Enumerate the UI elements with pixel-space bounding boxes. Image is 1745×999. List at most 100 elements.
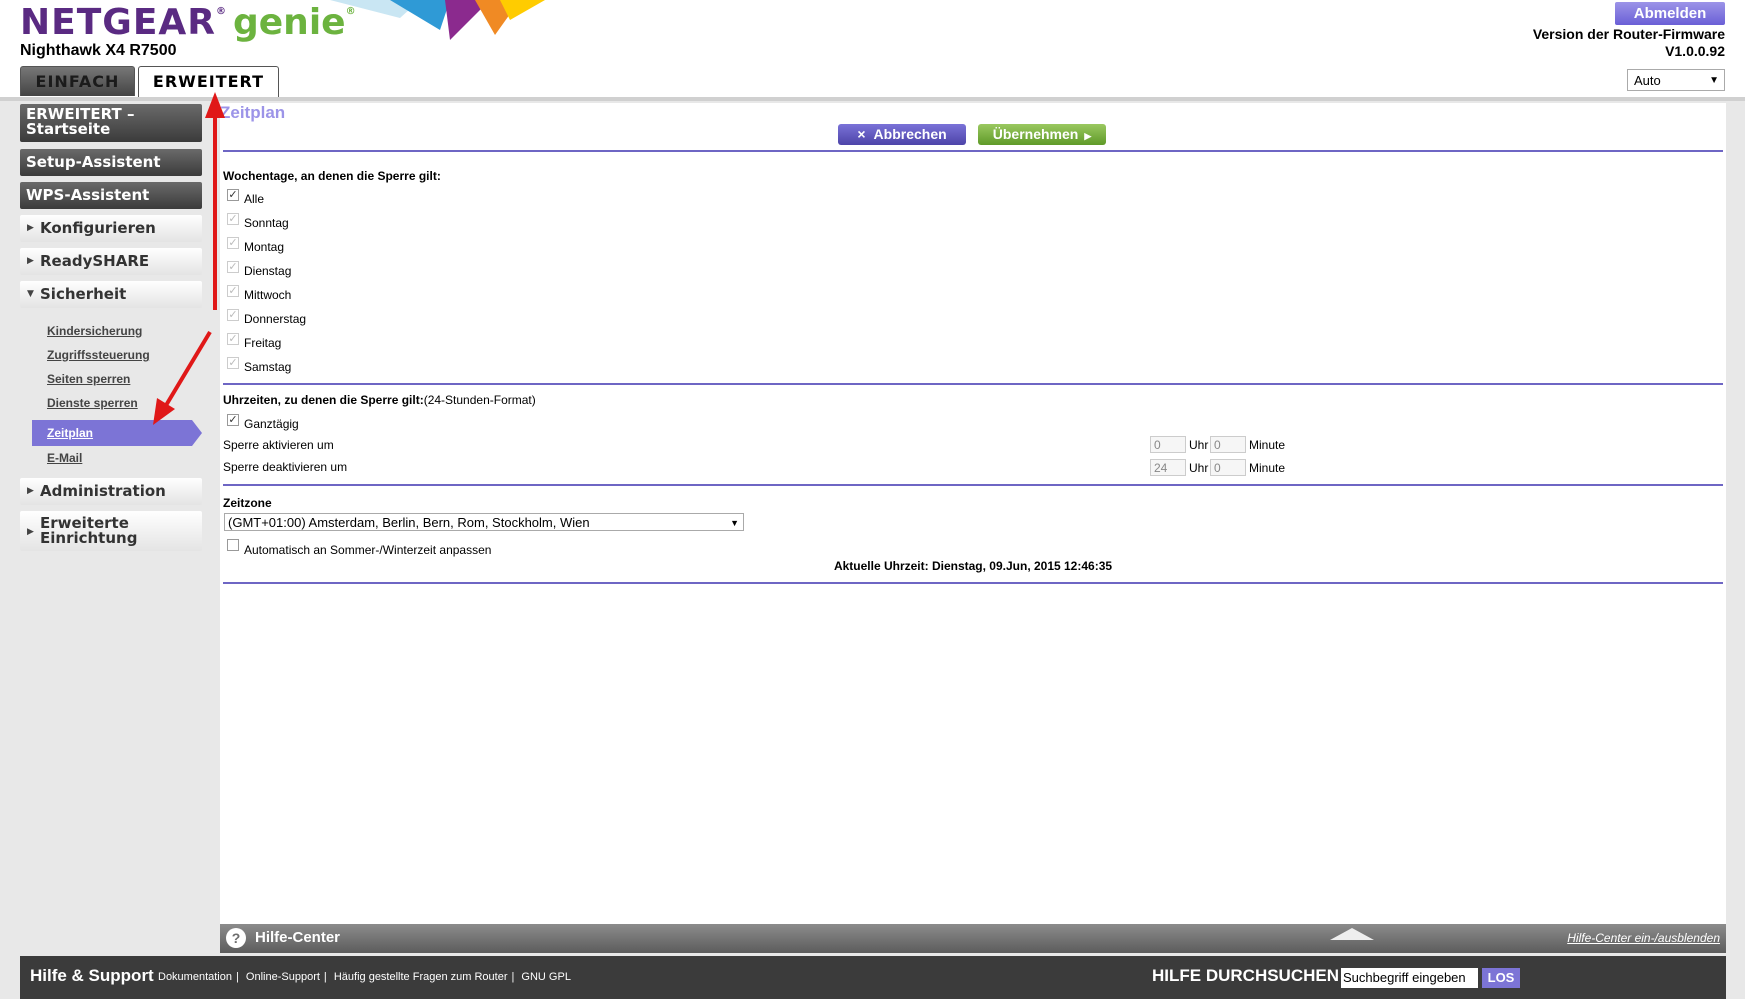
checkbox-label: Ganztägig: [244, 417, 299, 431]
sidebar-link-block-sites[interactable]: Seiten sperren: [47, 372, 130, 386]
checkbox-wednesday[interactable]: ✓: [227, 285, 239, 297]
cancel-button[interactable]: × Abbrechen: [838, 124, 966, 145]
help-icon: ?: [226, 928, 246, 948]
logout-button[interactable]: Abmelden: [1615, 2, 1725, 25]
checkbox-sunday[interactable]: ✓: [227, 213, 239, 225]
sidebar-item-label: WPS-Assistent: [26, 186, 150, 204]
end-hour-input[interactable]: 24: [1150, 459, 1186, 476]
footer-link-documentation[interactable]: Dokumentation: [158, 971, 232, 983]
checkbox-label: Samstag: [244, 360, 292, 374]
sidebar-item-administration[interactable]: ▶ Administration: [20, 478, 202, 505]
triangle-right-icon: ▶: [27, 256, 34, 266]
help-center-bar: ? Hilfe-Center Hilfe-Center ein-/ausblen…: [220, 924, 1726, 953]
checkbox-label: Freitag: [244, 336, 282, 350]
sidebar-item-label: Einrichtung: [40, 529, 138, 547]
sidebar-item-label: Startseite: [26, 120, 111, 138]
checkbox-all[interactable]: ✓: [227, 189, 239, 201]
footer-links: Dokumentation | Online-Support | Häufig ge…: [158, 971, 571, 983]
language-value: Auto: [1634, 73, 1661, 88]
apply-label: Übernehmen: [992, 126, 1079, 142]
tab-erweitert-label: ERWEITERT: [152, 72, 265, 91]
minute-unit: Minute: [1249, 461, 1286, 475]
times-format: (24-Stunden-Format): [423, 393, 536, 407]
header-divider: [0, 97, 1745, 101]
language-select[interactable]: Auto ▼: [1627, 69, 1725, 91]
sidebar-item-label: ReadySHARE: [40, 252, 150, 270]
sidebar-item-label: Konfigurieren: [40, 219, 156, 237]
sidebar-item-security[interactable]: ▼ Sicherheit: [20, 281, 202, 308]
checkbox-dst[interactable]: [227, 539, 239, 551]
sidebar-item-advanced-home[interactable]: ERWEITERT – Startseite: [20, 104, 202, 142]
checkbox-label: Mittwoch: [244, 288, 292, 302]
triangle-right-icon: ▶: [27, 486, 34, 496]
cancel-label: Abbrechen: [873, 126, 947, 142]
sidebar-item-label: Sicherheit: [40, 285, 127, 303]
timezone-heading: Zeitzone: [223, 496, 272, 510]
minute-unit: Minute: [1249, 438, 1286, 452]
timezone-value: (GMT+01:00) Amsterdam, Berlin, Bern, Rom…: [228, 515, 590, 530]
sidebar-item-setup-wizard[interactable]: Setup-Assistent: [20, 149, 202, 176]
timezone-select[interactable]: (GMT+01:00) Amsterdam, Berlin, Bern, Rom…: [224, 513, 744, 531]
sidebar-item-advanced-setup[interactable]: ▶ Erweiterte Einrichtung: [20, 511, 202, 551]
search-button[interactable]: LOS: [1482, 968, 1520, 988]
chevron-down-icon: ▼: [1709, 75, 1719, 86]
end-time-label: Sperre deaktivieren um: [223, 460, 348, 474]
footer-link-gpl[interactable]: GNU GPL: [521, 971, 571, 983]
sidebar-item-label: Administration: [40, 482, 166, 500]
times-heading-text: Uhrzeiten, zu denen die Sperre gilt:: [223, 393, 424, 407]
checkbox-monday[interactable]: ✓: [227, 237, 239, 249]
checkbox-tuesday[interactable]: ✓: [227, 261, 239, 273]
sidebar-item-wps-wizard[interactable]: WPS-Assistent: [20, 182, 202, 209]
checkbox-label: Alle: [244, 192, 265, 206]
help-center-title: Hilfe-Center: [255, 929, 341, 946]
tab-einfach[interactable]: EINFACH: [20, 66, 135, 96]
checkbox-saturday[interactable]: ✓: [227, 357, 239, 369]
footer-link-online-support[interactable]: Online-Support: [246, 971, 320, 983]
page-title: Zeitplan: [220, 103, 286, 122]
brand-sub: genie: [233, 2, 346, 43]
divider: [223, 484, 1723, 486]
netgear-logo: NETGEAR® genie®: [20, 2, 357, 43]
header: NETGEAR® genie® Nighthawk X4 R7500 Abmeld…: [0, 0, 1745, 100]
checkbox-thursday[interactable]: ✓: [227, 309, 239, 321]
checkbox-label: Sonntag: [244, 216, 289, 230]
expand-up-icon[interactable]: [1330, 928, 1374, 940]
hour-unit: Uhr: [1189, 461, 1209, 475]
checkbox-label: Montag: [244, 240, 285, 254]
checkbox-friday[interactable]: ✓: [227, 333, 239, 345]
sidebar-link-parental-control[interactable]: Kindersicherung: [47, 324, 142, 338]
triangle-right-icon: ▶: [27, 527, 34, 537]
logo-decoration: [330, 0, 545, 40]
brand-name: NETGEAR: [20, 2, 216, 43]
firmware-label: Version der Router-Firmware: [1532, 26, 1725, 42]
tab-erweitert[interactable]: ERWEITERT: [138, 66, 279, 98]
arrow-right-icon: ▶: [1084, 131, 1092, 141]
divider: [223, 582, 1723, 584]
start-time-label: Sperre aktivieren um: [223, 438, 334, 452]
apply-button[interactable]: Übernehmen ▶: [978, 124, 1106, 145]
tab-einfach-label: EINFACH: [35, 72, 120, 91]
checkbox-all-day[interactable]: ✓: [227, 414, 239, 426]
main-content: Zeitplan × Abbrechen Übernehmen ▶ Wochenta…: [220, 103, 1726, 925]
chevron-down-icon: ▼: [730, 518, 739, 528]
current-time: Aktuelle Uhrzeit: Dienstag, 09.Jun, 2015…: [833, 559, 1113, 573]
sidebar-item-readyshare[interactable]: ▶ ReadySHARE: [20, 248, 202, 275]
footer: Hilfe & Support Dokumentation | Online-Su…: [20, 956, 1726, 999]
start-hour-input[interactable]: 0: [1150, 436, 1186, 453]
end-minute-input[interactable]: 0: [1210, 459, 1246, 476]
weekdays-heading: Wochentage, an denen die Sperre gilt:: [223, 169, 441, 183]
help-center-toggle-link[interactable]: Hilfe-Center ein-/ausblenden: [1567, 931, 1720, 945]
sidebar-link-access-control[interactable]: Zugriffssteuerung: [47, 348, 150, 362]
start-minute-input[interactable]: 0: [1210, 436, 1246, 453]
divider: [223, 150, 1723, 152]
sidebar-link-email[interactable]: E-Mail: [47, 451, 82, 465]
footer-link-faq[interactable]: Häufig gestellte Fragen zum Router: [334, 971, 508, 983]
firmware-version: V1.0.0.92: [1665, 43, 1725, 59]
sidebar-item-configure[interactable]: ▶ Konfigurieren: [20, 215, 202, 242]
sidebar-link-schedule[interactable]: Zeitplan: [47, 426, 93, 440]
sidebar-link-block-services[interactable]: Dienste sperren: [47, 396, 138, 410]
search-input[interactable]: Suchbegriff eingeben: [1341, 968, 1478, 988]
hour-unit: Uhr: [1189, 438, 1209, 452]
sidebar-active-pointer: [192, 420, 202, 446]
footer-title: Hilfe & Support: [30, 966, 154, 985]
